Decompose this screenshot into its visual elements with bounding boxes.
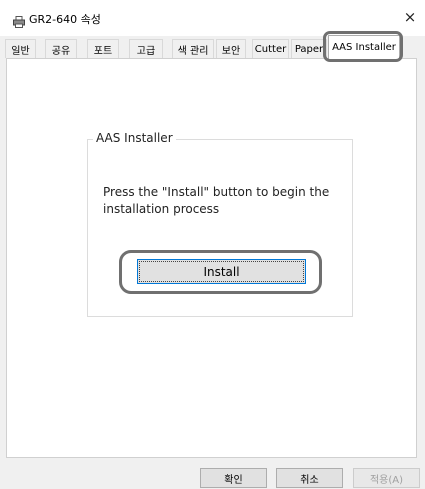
printer-icon (13, 13, 25, 32)
window-title: GR2-640 속성 (29, 13, 101, 26)
tab-sharing[interactable]: 공유 (45, 39, 77, 58)
apply-button[interactable]: 적용(A) (353, 468, 420, 488)
install-instructions: Press the "Install" button to begin the … (103, 185, 330, 216)
cancel-button[interactable]: 취소 (276, 468, 343, 488)
tab-advanced[interactable]: 고급 (129, 39, 163, 58)
tab-ports[interactable]: 포트 (87, 39, 119, 58)
tab-color-management[interactable]: 색 관리 (172, 39, 214, 58)
tab-cutter[interactable]: Cutter (252, 39, 289, 58)
ok-button[interactable]: 확인 (200, 468, 267, 488)
tab-security[interactable]: 보안 (216, 39, 246, 58)
group-title: AAS Installer (93, 131, 176, 145)
tab-paper[interactable]: Paper (291, 39, 327, 58)
tab-general[interactable]: 일반 (5, 39, 36, 58)
close-icon: × (403, 8, 417, 26)
install-highlight-outline (119, 250, 322, 294)
close-button[interactable]: × (395, 0, 425, 34)
tab-highlight-outline (323, 31, 403, 62)
